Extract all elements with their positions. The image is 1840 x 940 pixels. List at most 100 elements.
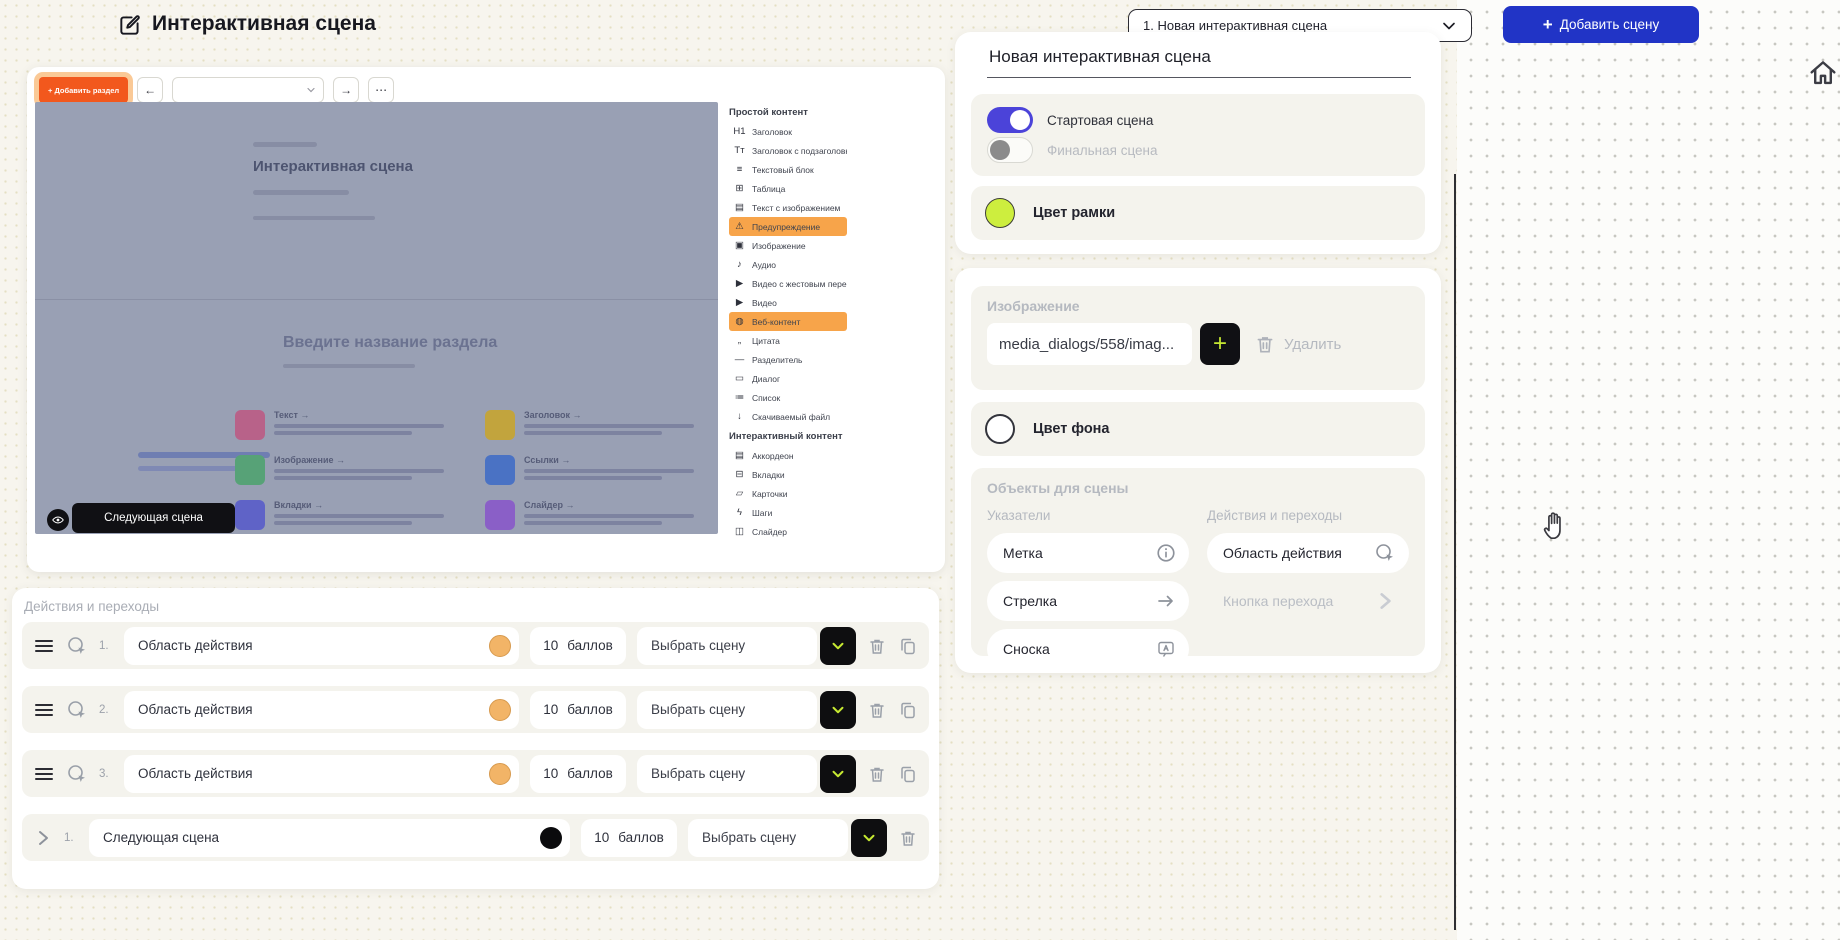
video-icon: ▶ [733,297,746,308]
chevron-right-icon[interactable] [33,828,53,848]
action-name-input[interactable]: Область действия [124,691,519,729]
delete-image-label[interactable]: Удалить [1284,336,1341,353]
add-footnote-button[interactable]: Сноска [987,629,1189,669]
add-section-button[interactable]: + Добавить раздел [39,77,128,103]
delete-row-icon[interactable] [867,764,887,784]
next-scene-name-input[interactable]: Следующая сцена [89,819,570,857]
menu-item-audio[interactable]: ♪Аудио [729,255,847,274]
marker-color-swatch[interactable] [489,763,511,785]
chevron-down-icon [305,84,317,96]
menu-item-accordion[interactable]: ▤Аккордеон [729,446,847,465]
add-label-button[interactable]: Метка [987,533,1189,573]
delete-row-icon[interactable] [898,828,918,848]
marker-color-swatch[interactable] [489,699,511,721]
target-scene-select[interactable]: Выбрать сцену [637,691,817,729]
drag-handle-icon[interactable] [33,763,55,785]
app-root: Интерактивная сцена 1. Новая интерактивн… [0,0,1840,940]
drag-handle-icon[interactable] [33,699,55,721]
menu-item-sign-language-video[interactable]: ▶Видео с жестовым переводом [729,274,847,293]
menu-item-text-block[interactable]: ≡Текстовый блок [729,160,847,179]
background-color-block: Цвет фона [971,402,1425,456]
card-icon [485,455,515,485]
action-name-input[interactable]: Область действия [124,627,519,665]
add-transition-button[interactable]: Кнопка перехода [1207,581,1409,621]
accordion-icon: ▤ [733,450,746,461]
marker-color-swatch[interactable] [489,635,511,657]
duplicate-row-icon[interactable] [898,636,918,656]
next-scene-tooltip[interactable]: Следующая сцена [72,503,235,533]
frame-color-swatch[interactable] [985,198,1015,228]
audio-icon: ♪ [733,259,746,270]
scene-settings-card: Новая интерактивная сцена Стартовая сцен… [955,32,1441,254]
skeleton-line [283,364,415,368]
points-input[interactable]: 10 баллов [530,691,626,729]
info-icon [1156,543,1176,563]
menu-item-heading[interactable]: H1Заголовок [729,122,847,141]
section-select[interactable] [172,77,324,103]
forward-button[interactable]: → [333,77,359,103]
text-block-icon: ≡ [733,164,746,175]
scene-select-chevron-button[interactable] [820,755,856,793]
eye-icon[interactable] [47,509,69,531]
duplicate-row-icon[interactable] [898,764,918,784]
delete-row-icon[interactable] [867,636,887,656]
menu-item-web-content[interactable]: ◍Веб-контент [729,312,847,331]
more-button[interactable]: ⋯ [368,77,394,103]
back-button[interactable]: ← [137,77,163,103]
card-title: Ссылки → [524,455,694,465]
scene-objects-block: Объекты для сцены Указатели Метка Стрелк… [971,468,1425,656]
menu-item-separator[interactable]: —Разделитель [729,350,847,369]
add-image-button[interactable]: + [1200,323,1240,365]
menu-item-steps[interactable]: ϟШаги [729,503,847,522]
delete-row-icon[interactable] [867,700,887,720]
home-icon[interactable] [1806,56,1840,90]
menu-item-slider[interactable]: ◫Слайдер [729,522,847,538]
add-action-area-button[interactable]: Область действия [1207,533,1409,573]
menu-item-heading-subheading[interactable]: TтЗаголовок с подзаголовком [729,141,847,160]
target-scene-select[interactable]: Выбрать сцену [637,627,817,665]
points-input[interactable]: 10 баллов [530,627,626,665]
drag-handle-icon[interactable] [33,635,55,657]
separator-icon: — [733,354,746,365]
menu-item-downloadable-file[interactable]: ↓Скачиваемый файл [729,407,847,426]
action-row: 3. Область действия 10 баллов Выбрать сц… [22,750,929,797]
image-path-input[interactable]: media_dialogs/558/imag... [987,323,1192,365]
image-label: Изображение [987,298,1409,314]
scene-select-chevron-button[interactable] [820,627,856,665]
menu-item-warning[interactable]: ⚠Предупреждение [729,217,847,236]
menu-item-list[interactable]: ≔Список [729,388,847,407]
card-title: Заголовок → [524,410,694,420]
skeleton-link-line [138,466,240,471]
add-scene-button[interactable]: + Добавить сцену [1503,6,1699,43]
target-scene-select[interactable]: Выбрать сцену [688,819,848,857]
menu-item-video[interactable]: ▶Видео [729,293,847,312]
scene-select-chevron-button[interactable] [851,819,887,857]
content-card-tabs: Вкладки → [235,500,470,530]
scene-name-underline [987,77,1411,78]
menu-item-quote[interactable]: „Цитата [729,331,847,350]
add-arrow-button[interactable]: Стрелка [987,581,1189,621]
menu-item-image[interactable]: ▣Изображение [729,236,847,255]
menu-item-tabs[interactable]: ⊟Вкладки [729,465,847,484]
menu-item-cards[interactable]: ▱Карточки [729,484,847,503]
final-scene-toggle[interactable] [987,137,1033,163]
action-name-input[interactable]: Область действия [124,755,519,793]
start-scene-toggle[interactable] [987,107,1033,133]
scene-select-chevron-button[interactable] [820,691,856,729]
card-title: Слайдер → [524,500,694,510]
background-color-swatch[interactable] [985,414,1015,444]
scene-canvas[interactable] [1457,0,1840,940]
menu-item-text-with-image[interactable]: ▤Текст с изображением [729,198,847,217]
points-value: 10 [543,766,558,781]
points-input[interactable]: 10 баллов [530,755,626,793]
menu-item-table[interactable]: ⊞Таблица [729,179,847,198]
marker-color-swatch[interactable] [540,827,562,849]
table-icon: ⊞ [733,183,746,194]
duplicate-row-icon[interactable] [898,700,918,720]
target-scene-select[interactable]: Выбрать сцену [637,755,817,793]
scene-name-input[interactable]: Новая интерактивная сцена [989,47,1409,67]
delete-image-icon[interactable] [1254,333,1276,355]
preview-page-title: Интерактивная сцена [253,158,413,175]
points-input[interactable]: 10 баллов [581,819,677,857]
menu-item-dialog[interactable]: ▭Диалог [729,369,847,388]
